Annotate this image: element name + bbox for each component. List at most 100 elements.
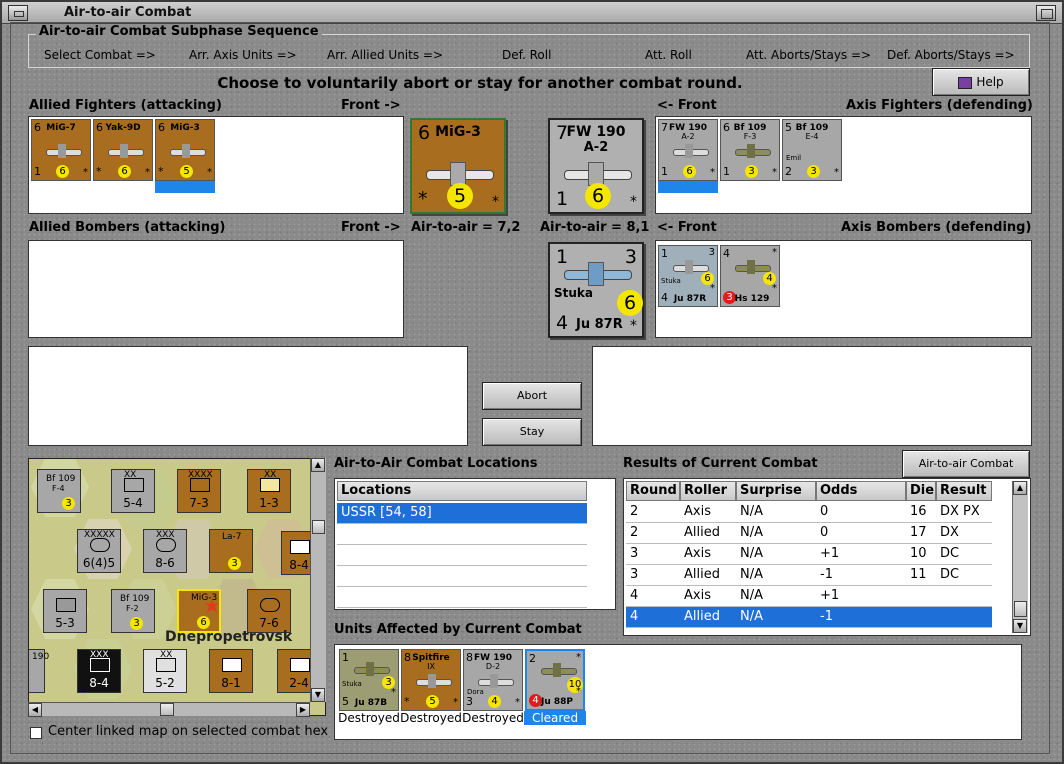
axis-fighters-panel[interactable]: 7 FW 190 A-2 1 6 * 6 Bf 109 F-3 1 3 * 5 … <box>655 116 1032 214</box>
help-button[interactable]: Help <box>932 68 1030 96</box>
armor-symbol-icon <box>260 598 280 612</box>
affected-unit-counter-selected[interactable]: 2 * 4 Ju 88P 10 * <box>525 649 585 711</box>
sequence-title: Air-to-air Combat Subphase Sequence <box>36 24 322 39</box>
map-vertical-scroll-thumb[interactable] <box>312 520 325 534</box>
map-counter[interactable]: XX 5-4 <box>111 469 155 513</box>
axis-fighter-counter-selected[interactable]: 7 FW 190 A-2 1 6 * <box>658 119 718 181</box>
maximize-icon[interactable] <box>1036 5 1056 21</box>
results-row[interactable]: 4 Axis N/A +1 <box>626 586 992 607</box>
map-counter[interactable]: XX 5-2 <box>143 649 187 693</box>
results-scrollbar[interactable]: ▲ ▼ <box>1012 481 1028 633</box>
results-col-result[interactable]: Result <box>936 481 992 501</box>
results-row[interactable]: 2 Allied N/A 0 17 DX <box>626 523 992 544</box>
allied-bombers-panel[interactable] <box>28 240 404 338</box>
map-counter-sub: F-4 <box>52 484 65 493</box>
map-horizontal-scroll-thumb[interactable] <box>160 703 174 716</box>
scroll-down-icon[interactable]: ▼ <box>311 688 325 702</box>
cell-roller: Axis <box>684 504 711 519</box>
scroll-right-icon[interactable]: ▶ <box>296 703 310 717</box>
affected-unit-counter[interactable]: 8 Spitfire IX * 5 * <box>401 649 461 711</box>
allied-fighter-counter[interactable]: 6 Yak-9D * 6 * <box>93 119 153 181</box>
map-horizontal-scrollbar[interactable]: ◀ ▶ <box>28 702 310 717</box>
locations-header[interactable]: Locations <box>337 481 587 501</box>
scroll-left-icon[interactable]: ◀ <box>28 703 42 717</box>
counter-top-right: * <box>576 652 581 663</box>
units-affected-title: Units Affected by Current Combat <box>334 622 582 637</box>
minimize-icon[interactable] <box>8 5 28 21</box>
map-counter[interactable]: 7-6 <box>247 589 291 633</box>
map-counter-selected[interactable]: MiG-3 6 <box>177 589 221 633</box>
results-row-selected[interactable]: 4 Allied N/A -1 <box>626 607 992 628</box>
big-counter-bottom: 1 <box>556 188 569 210</box>
results-row[interactable]: 3 Allied N/A -1 11 DC <box>626 565 992 586</box>
location-row-empty[interactable] <box>337 524 587 545</box>
location-row-selected[interactable]: USSR [54, 58] <box>337 503 587 524</box>
location-row-empty[interactable] <box>337 566 587 587</box>
axis-bombers-panel[interactable]: 1 3 Stuka 4 Ju 87R 6 * 4 * 3 Hs 129 4 * <box>655 240 1032 338</box>
map-counter[interactable]: XXXXX 6(4)5 <box>77 529 121 573</box>
counter-top: 1 <box>342 651 349 664</box>
results-col-odds[interactable]: Odds <box>816 481 906 501</box>
axis-fighter-counter[interactable]: 5 Bf 109 E-4 Emil 2 3 * <box>782 119 842 181</box>
map-counter[interactable]: La-7 3 <box>209 529 253 573</box>
center-map-checkbox[interactable] <box>30 727 42 739</box>
counter-sub: E-4 <box>805 132 819 141</box>
active-allied-fighter[interactable]: 6 MiG-3 * 5 * <box>410 118 506 214</box>
cell-surprise: N/A <box>740 609 763 624</box>
scroll-up-icon[interactable]: ▲ <box>311 458 325 472</box>
map-counter[interactable]: 190 <box>29 649 49 693</box>
map-vertical-scrollbar[interactable]: ▲ ▼ <box>310 458 326 702</box>
results-row[interactable]: 3 Axis N/A +1 10 DC <box>626 544 992 565</box>
map-counter[interactable]: XX 1-3 <box>247 469 291 513</box>
location-row-empty[interactable] <box>337 545 587 566</box>
axis-fighter-counter[interactable]: 6 Bf 109 F-3 1 3 * <box>720 119 780 181</box>
active-axis-fighter[interactable]: 7 FW 190 A-2 1 6 * <box>548 118 644 214</box>
results-col-die[interactable]: Die <box>906 481 936 501</box>
map-counter[interactable]: Bf 109 F-4 3 <box>37 469 81 513</box>
affected-unit-status: Destroyed <box>462 711 524 725</box>
stay-button[interactable]: Stay <box>482 418 582 446</box>
affected-unit-counter[interactable]: 8 FW 190 D-2 Dora 3 4 * <box>463 649 523 711</box>
map-counter[interactable]: XXXX 7-3 <box>177 469 221 513</box>
allied-fighters-panel[interactable]: 6 MiG-7 1 6 * 6 Yak-9D * 6 * 6 MiG-3 * 5… <box>28 116 404 214</box>
cell-odds: -1 <box>820 609 833 624</box>
scroll-down-icon[interactable]: ▼ <box>1013 619 1027 633</box>
active-axis-bomber[interactable]: 1 3 Stuka 4 Ju 87R 6 * <box>548 242 644 338</box>
allied-fighter-counter[interactable]: 6 MiG-7 1 6 * <box>31 119 91 181</box>
map-counter[interactable]: Bf 109 F-2 3 <box>111 589 155 633</box>
location-row-empty[interactable] <box>337 587 587 608</box>
map-counter[interactable]: XXX 8-4 <box>77 649 121 693</box>
air-to-air-combat-chart-button[interactable]: Air-to-air Combat Chart <box>902 450 1030 496</box>
counter-star: * <box>391 687 396 698</box>
results-col-roller[interactable]: Roller <box>680 481 736 501</box>
counter-dot: 6 <box>118 165 131 178</box>
scroll-up-icon[interactable]: ▲ <box>1013 481 1027 495</box>
cell-odds: 0 <box>820 525 829 540</box>
allied-fighter-counter-selected[interactable]: 6 MiG-3 * 5 * <box>155 119 215 181</box>
map-counter[interactable]: 8-1 <box>209 649 253 693</box>
cell-roller: Axis <box>684 588 711 603</box>
center-map-label: Center linked map on selected combat hex <box>48 724 329 739</box>
units-affected-panel[interactable]: 1 Stuka 5 Ju 87B 3 * Destroyed 8 Spitfir… <box>334 644 1022 740</box>
map-counter[interactable]: XXX 8-6 <box>143 529 187 573</box>
cell-die: 17 <box>910 525 927 540</box>
affected-unit-counter[interactable]: 1 Stuka 5 Ju 87B 3 * <box>339 649 399 711</box>
hq-symbol-icon <box>156 658 176 672</box>
results-col-surprise[interactable]: Surprise <box>736 481 816 501</box>
map-counter-value: 8-4 <box>89 676 109 690</box>
axis-bomber-counter[interactable]: 4 * 3 Hs 129 4 * <box>720 245 780 307</box>
abort-button[interactable]: Abort <box>482 382 582 410</box>
counter-sub: F-3 <box>743 132 757 141</box>
axis-bomber-counter[interactable]: 1 3 Stuka 4 Ju 87R 6 * <box>658 245 718 307</box>
results-row[interactable]: 2 Axis N/A 0 16 DX PX <box>626 502 992 523</box>
results-scroll-thumb[interactable] <box>1014 601 1027 617</box>
linked-map[interactable]: Bf 109 F-4 3 XX 5-4 XXXX 7-3 XX 1-3 XXXX… <box>28 458 326 716</box>
map-counter-dot: 3 <box>228 557 241 570</box>
counter-name: MiG-3 <box>170 123 200 133</box>
results-col-round[interactable]: Round <box>626 481 680 501</box>
map-counter[interactable]: 5-3 <box>43 589 87 633</box>
infantry-symbol-icon <box>124 478 144 492</box>
cell-result: DC <box>940 546 960 561</box>
counter-dot: 3 <box>745 165 758 178</box>
locations-list[interactable]: Locations USSR [54, 58] <box>334 478 616 610</box>
